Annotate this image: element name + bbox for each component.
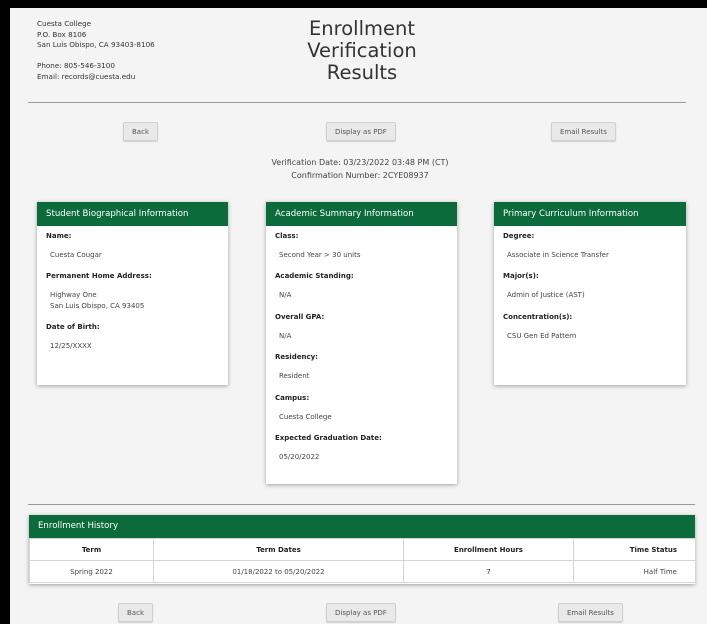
verification-info: Verification Date: 03/23/2022 03:48 PM (… (210, 156, 510, 182)
back-button-bottom[interactable]: Back (118, 603, 153, 622)
page-header: Cuesta College P.O. Box 8106 San Luis Ob… (10, 8, 707, 106)
academic-card-title: Academic Summary Information (266, 202, 457, 226)
table-header-row: Term Term Dates Enrollment Hours Time St… (29, 538, 696, 561)
address-label: Permanent Home Address: (46, 272, 152, 281)
degree-label: Degree: (503, 232, 535, 240)
biographical-card: Student Biographical Information Name: C… (37, 202, 228, 385)
email-results-button-top[interactable]: Email Results (551, 122, 616, 141)
campus-value: Cuesta College (279, 412, 332, 421)
concentration-value: CSU Gen Ed Pattern (507, 331, 577, 340)
enrollment-history-table: Term Term Dates Enrollment Hours Time St… (29, 538, 696, 583)
college-email: Email: records@cuesta.edu (37, 71, 136, 81)
gpa-value: N/A (279, 331, 292, 340)
biographical-card-title: Student Biographical Information (37, 202, 228, 226)
college-address-block: Cuesta College P.O. Box 8106 San Luis Ob… (37, 19, 155, 83)
standing-value: N/A (279, 291, 292, 300)
page-frame: Cuesta College P.O. Box 8106 San Luis Ob… (10, 8, 707, 624)
cell-time-status: Half Time (573, 560, 696, 583)
campus-label: Campus: (275, 393, 310, 402)
curriculum-card: Primary Curriculum Information Degree: A… (494, 202, 686, 385)
cell-enrollment-hours: 7 (403, 560, 574, 583)
page-title: Enrollment Verification Results (307, 17, 417, 84)
email-results-button-bottom[interactable]: Email Results (558, 603, 623, 622)
standing-label: Academic Standing: (275, 272, 354, 281)
graduation-value: 05/20/2022 (279, 453, 320, 462)
section-divider (28, 504, 695, 505)
college-name: Cuesta College (37, 19, 92, 28)
name-value: Cuesta Cougar (50, 251, 102, 259)
dob-label: Date of Birth: (46, 323, 100, 332)
academic-card: Academic Summary Information Class: Seco… (266, 202, 457, 484)
college-phone: Phone: 805-546-3100 (37, 61, 115, 71)
residency-label: Residency: (275, 353, 318, 362)
display-pdf-button-top[interactable]: Display as PDF (326, 122, 396, 141)
graduation-label: Expected Graduation Date: (275, 434, 382, 443)
degree-value: Associate in Science Transfer (507, 251, 609, 259)
column-header-enrollment-hours: Enrollment Hours (403, 538, 574, 561)
enrollment-history-panel: Enrollment History Term Term Dates Enrol… (29, 515, 696, 584)
class-label: Class: (275, 232, 299, 240)
cell-term-dates: 01/18/2022 to 05/20/2022 (153, 560, 404, 583)
back-button-top[interactable]: Back (123, 122, 158, 141)
class-value: Second Year > 30 units (279, 251, 361, 259)
major-label: Major(s): (503, 272, 539, 281)
display-pdf-button-bottom[interactable]: Display as PDF (326, 603, 396, 622)
dob-value: 12/25/XXXX (50, 342, 92, 351)
gpa-label: Overall GPA: (275, 312, 325, 321)
college-city: San Luis Obispo, CA 93403-8106 (37, 40, 155, 50)
cell-term: Spring 2022 (29, 560, 154, 583)
header-divider (28, 102, 686, 103)
name-label: Name: (46, 232, 72, 240)
residency-value: Resident (279, 372, 310, 381)
curriculum-card-title: Primary Curriculum Information (494, 202, 686, 226)
column-header-time-status: Time Status (573, 538, 696, 561)
verification-date: Verification Date: 03/23/2022 03:48 PM (… (271, 158, 449, 167)
column-header-term-dates: Term Dates (153, 538, 404, 561)
confirmation-number: Confirmation Number: 2CYE08937 (291, 171, 429, 180)
address-value: Highway One San Luis Obispo, CA 93405 (50, 291, 145, 310)
column-header-term: Term (29, 538, 154, 561)
college-po-box: P.O. Box 8106 (37, 29, 87, 39)
enrollment-history-title: Enrollment History (29, 515, 695, 538)
major-value: Admin of Justice (AST) (507, 291, 585, 300)
concentration-label: Concentration(s): (503, 312, 573, 321)
table-row: Spring 2022 01/18/2022 to 05/20/2022 7 H… (29, 560, 696, 583)
